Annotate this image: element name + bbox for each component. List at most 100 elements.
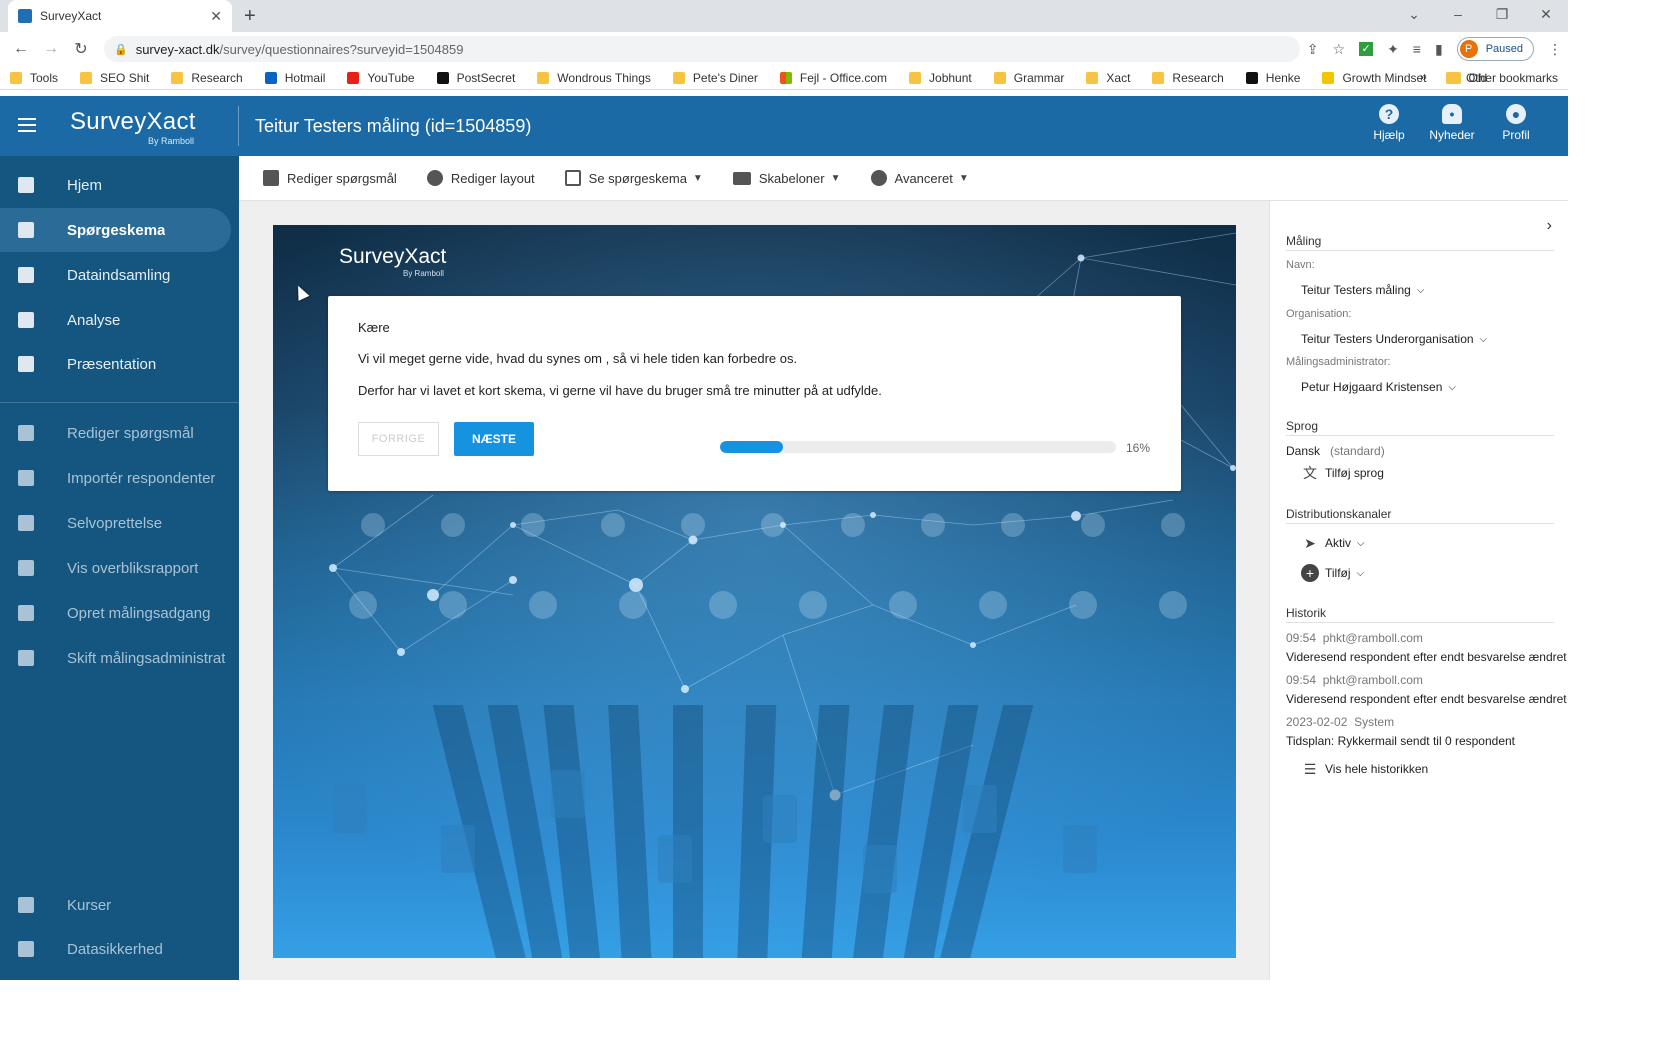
profile-button[interactable]: P Paused [1456,37,1534,61]
bookmark-label: Henke [1265,70,1301,85]
history-time: 09:54 [1286,631,1317,645]
sidebar-item-label: Selvoprettelse [67,514,163,532]
view-questionnaire-dropdown[interactable]: Se spørgeskema ▼ [564,170,703,186]
edit-layout-button[interactable]: Rediger layout [426,170,535,186]
bookmark-item[interactable]: Hotmail [264,71,325,85]
restore-icon[interactable]: ❐ [1480,0,1524,32]
language-row: Dansk (standard) [1286,444,1385,458]
sidebar-item-data-collection[interactable]: Dataindsamling [0,253,239,297]
history-entry-meta: 2023-02-02 System [1286,715,1394,729]
admin-dropdown[interactable]: Petur Højgaard Kristensen ⌵ [1301,380,1456,394]
profile-status: Paused [1485,43,1523,55]
bookmark-label: Research [191,70,243,85]
more-bookmarks-chevron-icon[interactable]: » [1420,70,1427,84]
hamburger-menu-icon[interactable] [18,118,36,132]
sidebar-item-analysis[interactable]: Analyse [0,298,239,342]
bookmark-item[interactable]: Grammar [993,71,1064,85]
sidebar-item-label: Opret målingsadgang [67,604,211,622]
bookmark-item[interactable]: Research [1152,71,1224,85]
sidebar-item-data-security[interactable]: Datasikkerhed [0,927,239,971]
bookmark-item[interactable]: Jobhunt [909,71,972,85]
previous-button[interactable]: FORRIGE [358,422,439,456]
app-logo-sub: By Ramboll [148,136,195,146]
help-button[interactable]: ? Hjælp [1359,104,1419,142]
sidebar-item-edit-questions[interactable]: Rediger spørgsmål [0,411,239,455]
history-entry-text: Tidsplan: Rykkermail sendt til 0 respond… [1286,734,1515,748]
progress-percent: 16% [1126,441,1151,455]
browser-tab[interactable]: SurveyXact ✕ [8,0,232,32]
tab-search-icon[interactable]: ⌄ [1392,0,1436,32]
history-who: phkt@ramboll.com [1322,631,1423,645]
sidebar-item-create-access[interactable]: Opret målingsadgang [0,591,239,635]
active-channel-dropdown[interactable]: ➤ Aktiv ⌵ [1301,536,1364,550]
bookmark-item[interactable]: Pete's Diner [672,71,758,85]
browser-menu-icon[interactable]: ⋮ [1548,41,1562,58]
bookmark-item[interactable]: Tools [10,71,58,85]
shield-icon [18,941,34,957]
bookmark-label: YouTube [367,70,415,85]
sidebar-item-courses[interactable]: Kurser [0,883,239,927]
sidebar-item-import-respondents[interactable]: Importér respondenter [0,456,239,500]
window-controls: ⌄ – ❐ ✕ [1392,0,1568,32]
chevron-down-icon: ▼ [692,172,703,184]
extension-check-icon[interactable]: ✓ [1359,42,1374,56]
next-button[interactable]: NÆSTE [454,422,534,456]
chevron-right-icon[interactable]: › [1547,217,1552,235]
share-icon[interactable]: ⇪ [1307,41,1319,58]
folder-icon [993,71,1006,84]
sidebar-item-label: Vis overbliksrapport [67,559,199,577]
extensions-puzzle-icon[interactable]: ✦ [1387,41,1399,58]
henke-icon [1245,71,1258,84]
bookmark-item[interactable]: Henke [1245,70,1301,85]
side-panel-icon[interactable]: ▮ [1435,41,1443,58]
media-queue-icon[interactable]: ≡ [1413,41,1421,57]
user-icon: ● [1506,104,1526,124]
sidebar-item-self-registration[interactable]: Selvoprettelse [0,501,239,545]
bookmark-item[interactable]: Xact [1086,71,1130,85]
forward-icon[interactable]: → [36,40,66,58]
profile-label: Profil [1502,128,1530,142]
close-tab-icon[interactable]: ✕ [210,8,222,25]
bookmark-item[interactable]: SEO Shit [80,71,149,85]
app-logo[interactable]: SurveyXact [70,108,196,136]
history-time: 2023-02-02 [1286,715,1348,729]
name-value: Teitur Testers måling [1301,283,1411,297]
profile-avatar: P [1459,40,1478,58]
bookmark-item[interactable]: PostSecret [436,71,515,85]
url-host: survey-xact.dk [135,41,220,57]
sidebar-item-change-admin[interactable]: Skift målingsadministrat [0,636,239,680]
other-bookmarks-label: Other bookmarks [1465,71,1558,85]
surveyxact-favicon-icon [18,9,32,23]
news-button[interactable]: • Nyheder [1422,104,1482,142]
edit-questions-button[interactable]: Rediger spørgsmål [263,170,397,186]
bookmark-star-icon[interactable]: ☆ [1333,41,1346,58]
close-window-icon[interactable]: ✕ [1524,0,1568,32]
other-bookmarks[interactable]: Other bookmarks [1445,71,1558,85]
back-icon[interactable]: ← [6,40,36,58]
bookmark-item[interactable]: Growth Mindset [1322,71,1427,85]
new-tab-icon[interactable]: + [244,5,256,28]
add-channel-dropdown[interactable]: + Tilføj ⌵ [1301,564,1364,582]
bookmark-label: Jobhunt [929,70,972,85]
minimize-icon[interactable]: – [1436,0,1480,32]
name-dropdown[interactable]: Teitur Testers måling ⌵ [1301,283,1424,297]
templates-dropdown[interactable]: Skabeloner ▼ [732,171,841,186]
sidebar-item-questionnaire[interactable]: Spørgeskema [0,208,231,252]
add-language-button[interactable]: 文 Tilføj sprog [1301,466,1384,480]
sidebar-item-home[interactable]: Hjem [0,163,239,207]
name-label: Navn: [1286,259,1315,271]
sidebar-item-presentation[interactable]: Præsentation [0,342,239,386]
view-history-button[interactable]: ☰ Vis hele historikken [1301,762,1428,776]
organisation-dropdown[interactable]: Teitur Testers Underorganisation ⌵ [1301,332,1487,346]
admin-label: Målingsadministrator: [1286,356,1391,368]
sidebar-item-overview-report[interactable]: Vis overbliksrapport [0,546,239,590]
address-bar[interactable]: 🔒 survey-xact.dk/survey/questionnaires?s… [104,36,1300,62]
bookmark-item[interactable]: YouTube [347,70,415,85]
bookmark-item[interactable]: Fejl - Office.com [779,71,887,85]
profile-menu-button[interactable]: ● Profil [1486,104,1546,142]
reload-icon[interactable]: ↻ [66,39,96,59]
advanced-dropdown[interactable]: Avanceret ▼ [870,170,969,186]
history-entry-text: Videresend respondent efter endt besvare… [1286,692,1567,706]
bookmark-item[interactable]: Wondrous Things [537,71,651,85]
bookmark-item[interactable]: Research [171,70,243,85]
